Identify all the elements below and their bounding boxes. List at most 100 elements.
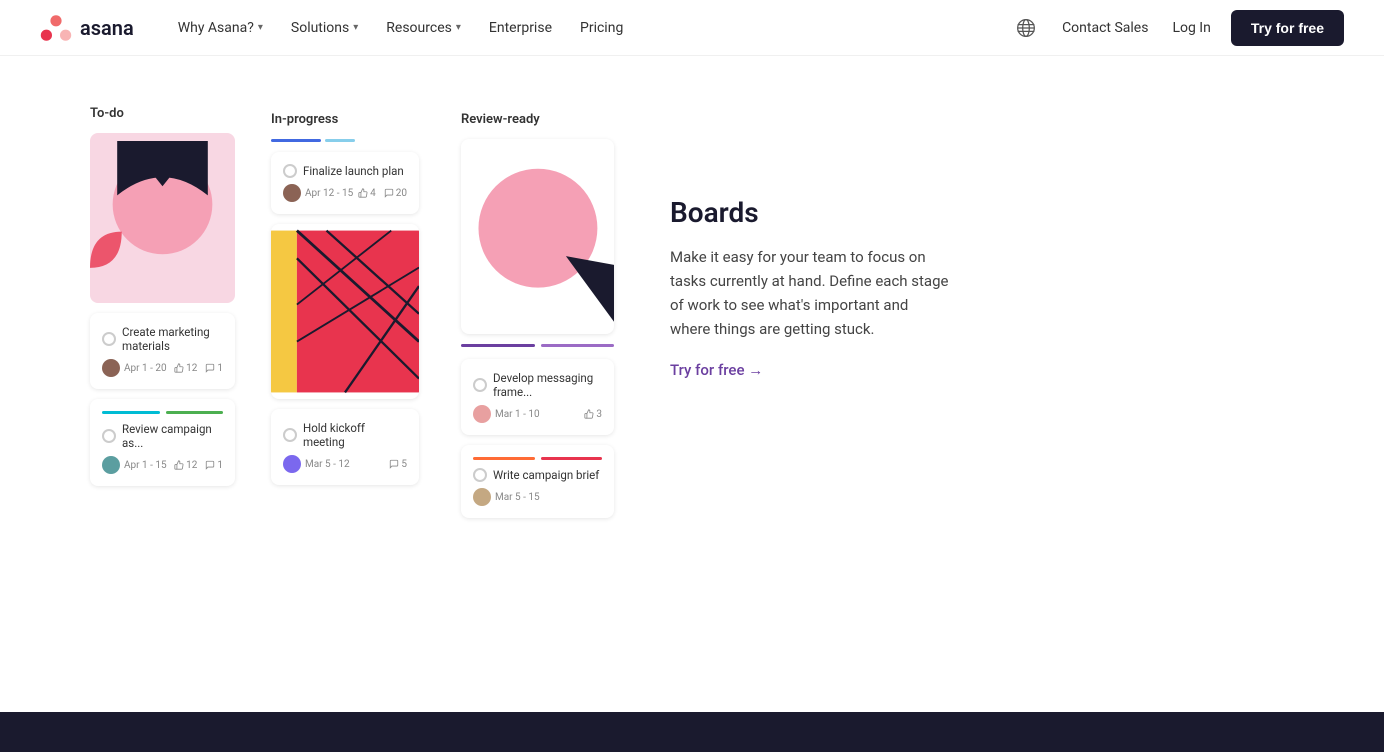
nav-item-why-asana[interactable]: Why Asana? ▾ [166, 12, 275, 44]
todo-column-title: To-do [90, 106, 235, 121]
bar-orange [473, 457, 535, 460]
meta-right: 12 1 [174, 460, 223, 471]
avatar [283, 455, 301, 473]
inprogress-column-title: In-progress [271, 112, 419, 127]
task-name: Hold kickoff meeting [303, 421, 407, 449]
boards-description: Make it easy for your team to focus on t… [670, 245, 950, 341]
likes-count: 4 [358, 188, 376, 199]
task-complete-icon[interactable] [473, 468, 487, 482]
boards-title: Boards [670, 196, 950, 229]
meta-left: Mar 1 - 10 [473, 405, 540, 423]
review-card-2: Write campaign brief Mar 5 - 15 [461, 445, 614, 518]
task-date: Mar 5 - 15 [495, 492, 540, 503]
chevron-down-icon: ▾ [456, 22, 461, 33]
task-row: Develop messaging frame... [473, 371, 602, 399]
card-meta: Apr 1 - 20 12 1 [102, 359, 223, 377]
meta-left: Apr 1 - 15 [102, 456, 167, 474]
chevron-down-icon: ▾ [353, 22, 358, 33]
avatar [283, 184, 301, 202]
meta-right: 4 20 [358, 188, 407, 199]
task-complete-icon[interactable] [473, 378, 487, 392]
review-card-1: Develop messaging frame... Mar 1 - 10 3 [461, 359, 614, 435]
nav-right: Contact Sales Log In Try for free [1010, 10, 1344, 46]
progress-bars [271, 139, 419, 142]
inprogress-card-1: Finalize launch plan Apr 12 - 15 4 [271, 152, 419, 214]
task-row: Finalize launch plan [283, 164, 407, 178]
meta-left: Apr 12 - 15 [283, 184, 353, 202]
bar-red [541, 457, 603, 460]
comments-count: 20 [384, 188, 407, 199]
review-column: Review-ready [445, 96, 630, 544]
meta-right: 3 [584, 409, 602, 420]
nav-item-solutions[interactable]: Solutions ▾ [279, 12, 370, 44]
meta-left: Mar 5 - 15 [473, 488, 540, 506]
task-row: Review campaign as... [102, 422, 223, 450]
avatar [102, 359, 120, 377]
login-button[interactable]: Log In [1168, 12, 1214, 44]
progress-bar-primary [271, 139, 321, 142]
boards-section: To-do [80, 96, 1304, 544]
bar-light-purple [541, 344, 615, 347]
task-complete-icon[interactable] [283, 164, 297, 178]
review-column-title: Review-ready [461, 112, 614, 127]
meta-left: Apr 1 - 20 [102, 359, 167, 377]
nav-item-resources[interactable]: Resources ▾ [374, 12, 473, 44]
boards-info-panel: Boards Make it easy for your team to foc… [630, 96, 950, 544]
nav-item-pricing[interactable]: Pricing [568, 12, 635, 44]
progress-bar-secondary [325, 139, 355, 142]
task-name: Write campaign brief [493, 468, 599, 482]
likes-count: 3 [584, 409, 602, 420]
contact-sales-link[interactable]: Contact Sales [1058, 12, 1152, 44]
color-bars [102, 411, 223, 414]
color-bars [473, 457, 602, 460]
bar-purple [461, 344, 535, 347]
logo-text: asana [80, 16, 134, 40]
task-name: Review campaign as... [122, 422, 223, 450]
inprogress-card-2: Hold kickoff meeting Mar 5 - 12 5 [271, 409, 419, 485]
task-complete-icon[interactable] [102, 332, 116, 346]
logo[interactable]: asana [40, 14, 134, 42]
meta-right: 12 1 [174, 363, 223, 374]
task-row: Hold kickoff meeting [283, 421, 407, 449]
card-meta: Mar 1 - 10 3 [473, 405, 602, 423]
artwork-card [90, 133, 235, 303]
comments-count: 5 [389, 459, 407, 470]
meta-right: 5 [389, 459, 407, 470]
task-complete-icon[interactable] [102, 429, 116, 443]
nav-item-enterprise[interactable]: Enterprise [477, 12, 564, 44]
task-complete-icon[interactable] [283, 428, 297, 442]
review-color-bars [461, 344, 614, 351]
try-free-button[interactable]: Try for free [1231, 10, 1344, 46]
task-name: Finalize launch plan [303, 164, 404, 178]
card-meta: Apr 1 - 15 12 1 [102, 456, 223, 474]
avatar [102, 456, 120, 474]
task-row: Create marketing materials [102, 325, 223, 353]
task-name: Develop messaging frame... [493, 371, 602, 399]
task-row: Write campaign brief [473, 468, 602, 482]
comments-count: 1 [205, 460, 223, 471]
todo-card-2: Review campaign as... Apr 1 - 15 12 [90, 399, 235, 486]
avatar [473, 488, 491, 506]
inprogress-art-card [271, 224, 419, 399]
card-meta: Apr 12 - 15 4 20 [283, 184, 407, 202]
task-date: Mar 5 - 12 [305, 459, 350, 470]
task-date: Mar 1 - 10 [495, 409, 540, 420]
comments-count: 1 [205, 363, 223, 374]
try-free-link[interactable]: Try for free → [670, 361, 950, 379]
review-art-card [461, 139, 614, 334]
bar-teal [102, 411, 160, 414]
nav-links: Why Asana? ▾ Solutions ▾ Resources ▾ Ent… [166, 12, 1010, 44]
main-content: To-do [0, 56, 1384, 584]
avatar [473, 405, 491, 423]
chevron-down-icon: ▾ [258, 22, 263, 33]
likes-count: 12 [174, 363, 197, 374]
task-date: Apr 1 - 15 [124, 460, 167, 471]
footer [0, 712, 1384, 752]
task-name: Create marketing materials [122, 325, 223, 353]
navbar: asana Why Asana? ▾ Solutions ▾ Resources… [0, 0, 1384, 56]
likes-count: 12 [174, 460, 197, 471]
card-meta: Mar 5 - 12 5 [283, 455, 407, 473]
todo-card-1: Create marketing materials Apr 1 - 20 12 [90, 313, 235, 389]
task-date: Apr 1 - 20 [124, 363, 167, 374]
language-globe-icon[interactable] [1010, 12, 1042, 44]
